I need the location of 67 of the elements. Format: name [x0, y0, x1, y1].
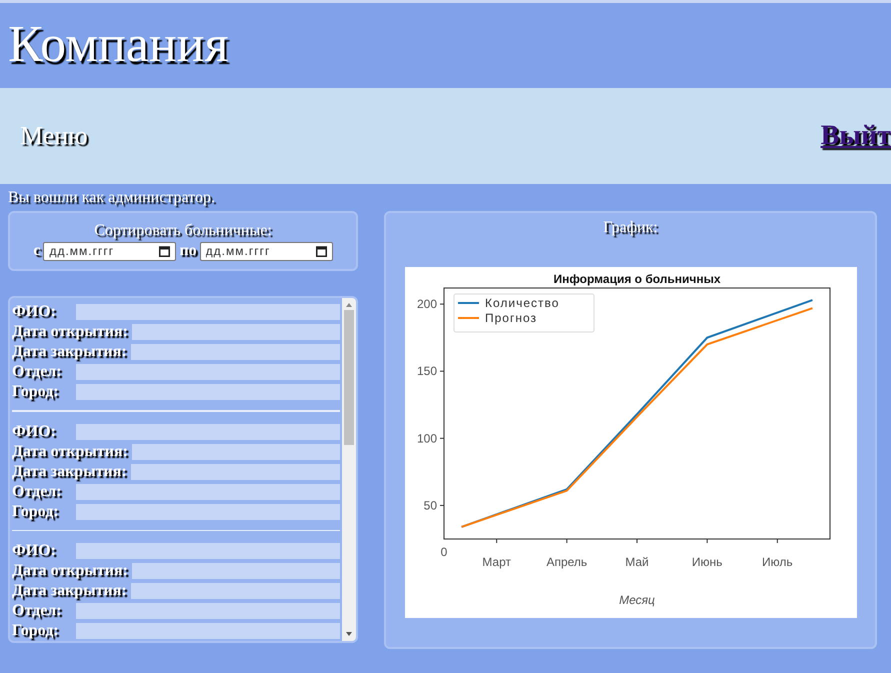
field-label: Дата закрытия:: [12, 582, 127, 600]
chart-panel-title: График:: [603, 219, 658, 237]
field-label: ФИО:: [12, 303, 57, 321]
tick-mark: [439, 504, 444, 506]
input-field[interactable]: [76, 603, 340, 619]
tick-mark: [706, 538, 708, 544]
input-field[interactable]: [76, 384, 340, 400]
field-label: Дата открытия:: [12, 442, 128, 460]
tick-mark: [496, 538, 497, 544]
input-field[interactable]: [76, 364, 340, 380]
tick-label: 150: [416, 364, 436, 378]
input-field[interactable]: [132, 563, 340, 579]
to-label: по: [179, 242, 197, 260]
field-label: Отдел:: [12, 482, 63, 500]
scroll-thumb[interactable]: [344, 310, 354, 445]
input-field[interactable]: [132, 324, 340, 340]
input-field[interactable]: [130, 583, 340, 599]
input-field[interactable]: [76, 304, 340, 320]
input-field[interactable]: [76, 623, 340, 639]
field-label: Город:: [12, 622, 60, 640]
tick-label: 50: [423, 498, 436, 512]
axis-origin-label: 0: [440, 545, 447, 559]
date-field[interactable]: дд.мм.гггг: [43, 242, 176, 260]
calendar-icon[interactable]: [159, 246, 170, 256]
tick-mark: [439, 304, 444, 305]
tick-label: Апрель: [546, 555, 587, 569]
input-field[interactable]: [130, 464, 340, 480]
tick-mark: [566, 538, 567, 544]
input-field[interactable]: [76, 543, 340, 559]
site-title: Компания: [8, 15, 228, 74]
field-label: Дата открытия:: [12, 323, 128, 341]
field-label: Дата закрытия:: [12, 343, 127, 361]
input-field[interactable]: [130, 344, 340, 360]
field-label: Отдел:: [12, 363, 63, 381]
tick-mark: [636, 538, 637, 544]
tick-mark: [439, 438, 444, 439]
field-label: Дата закрытия:: [12, 462, 127, 480]
tick-label: Июль: [762, 555, 792, 569]
calendar-icon[interactable]: [316, 246, 327, 256]
login-status: Вы вошли как администратор.: [7, 188, 216, 208]
tick-mark: [439, 370, 444, 372]
tick-mark: [776, 538, 778, 544]
from-label: с: [33, 242, 40, 260]
input-field[interactable]: [76, 424, 340, 440]
tick-label: Март: [482, 555, 510, 569]
tick-label: Июнь: [691, 555, 722, 569]
tick-label: 100: [416, 431, 436, 446]
field-label: ФИО:: [12, 542, 57, 560]
x-axis-label: Месяц: [618, 593, 654, 607]
chart-title: Информация о больничных: [552, 272, 720, 286]
input-field[interactable]: [76, 504, 340, 520]
legend-label: Количество: [484, 296, 559, 310]
legend-label: Прогноз: [484, 311, 537, 325]
field-label: Город:: [12, 502, 60, 520]
field-label: Город:: [12, 383, 60, 401]
logout-link[interactable]: Выйт: [820, 120, 891, 152]
tick-label: 200: [416, 297, 436, 312]
scrollbar[interactable]: [342, 298, 356, 641]
field-label: Дата открытия:: [12, 562, 128, 580]
input-field[interactable]: [132, 444, 340, 460]
field-label: ФИО:: [12, 422, 57, 440]
sort-title: Сортировать больничные:: [94, 222, 272, 240]
scroll-down-icon[interactable]: [346, 632, 352, 636]
date-field[interactable]: дд.мм.гггг: [200, 242, 333, 260]
tick-label: Май: [624, 555, 648, 569]
field-label: Отдел:: [12, 602, 63, 620]
input-field[interactable]: [76, 484, 340, 500]
